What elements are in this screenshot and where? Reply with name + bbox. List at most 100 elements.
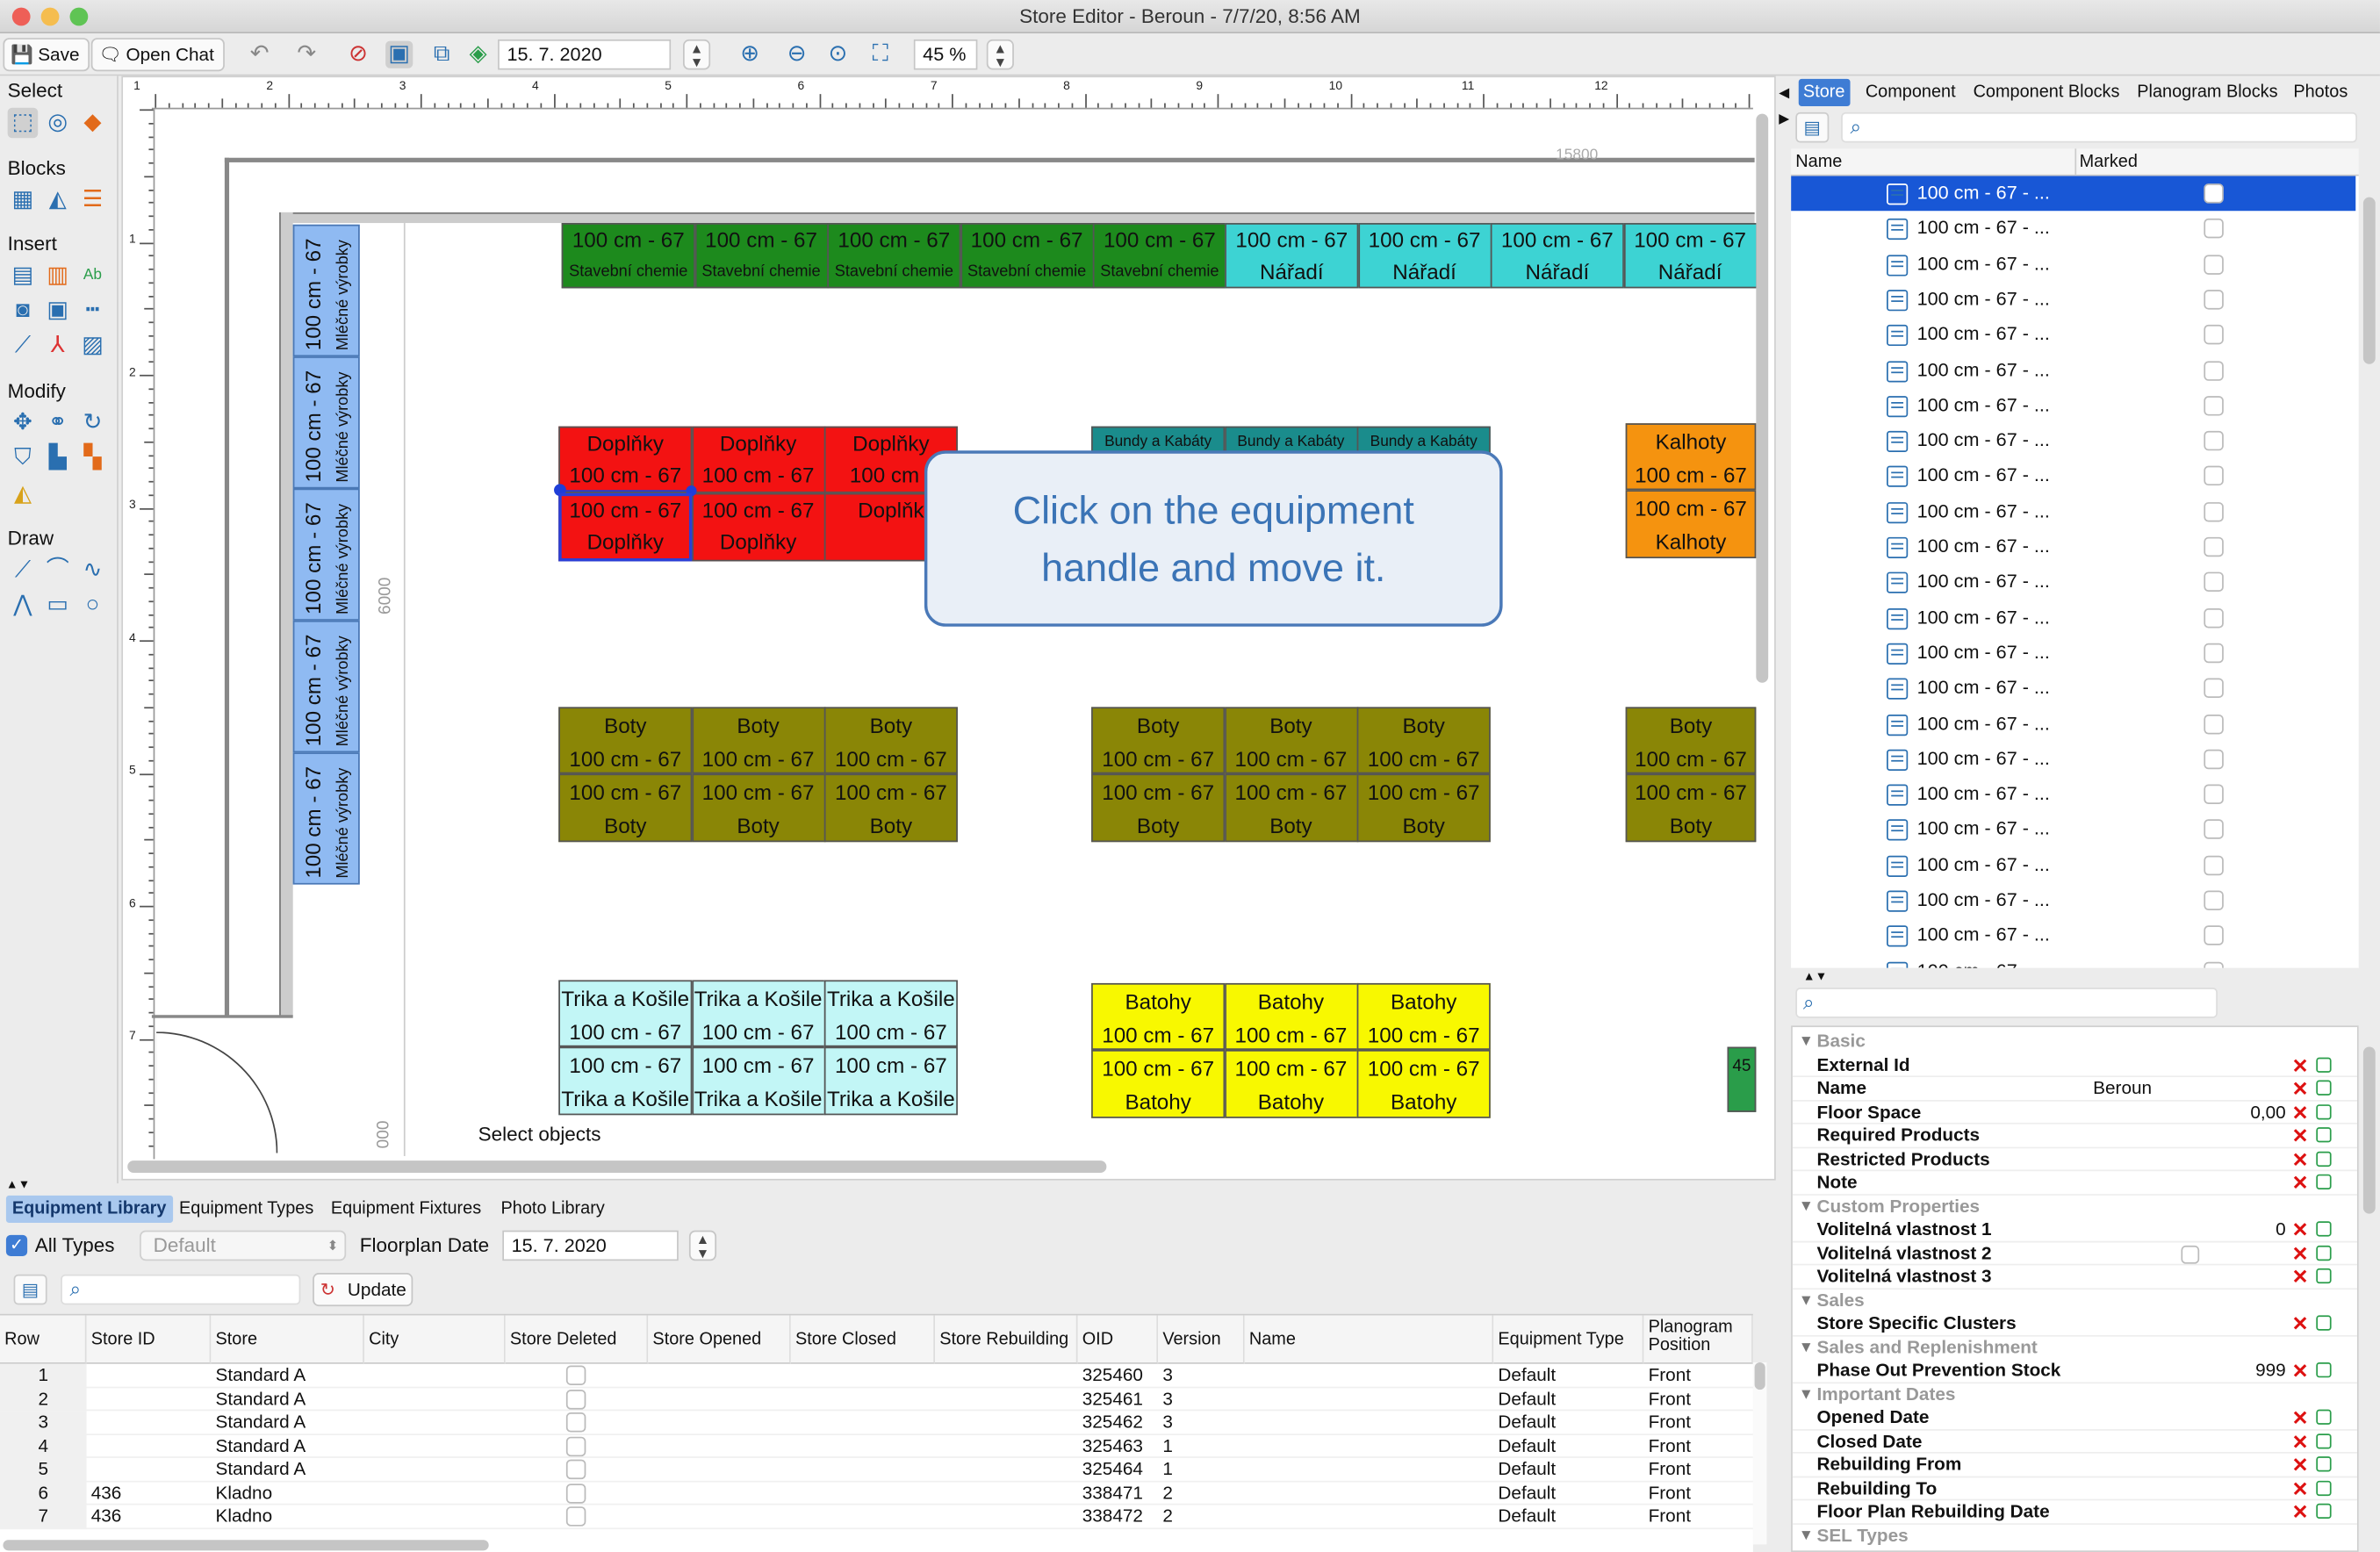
fixture-bundy[interactable]: Bundy a Kabáty <box>1224 426 1358 454</box>
circle-icon[interactable]: ○ <box>77 590 108 621</box>
marked-checkbox[interactable] <box>2204 819 2224 840</box>
list-item[interactable]: 100 cm - 67 - ... <box>1791 848 2355 883</box>
fixture-kalhoty[interactable]: Kalhoty 100 cm - 67 <box>1625 423 1757 491</box>
zoom-field[interactable]: 45 % <box>913 39 978 70</box>
zoom-fit-icon[interactable]: ⊙ <box>824 41 852 68</box>
fixture-naradi[interactable]: 100 cm - 67 Nářadí <box>1225 223 1359 289</box>
list-item[interactable]: 100 cm - 67 - ... <box>1791 636 2355 671</box>
fixture-batohy[interactable]: 100 cm - 67 Batohy <box>1224 1049 1358 1118</box>
zoom-window-button[interactable] <box>69 7 89 26</box>
fixture-doplnky[interactable]: Doplňky 100 cm - 67 <box>558 426 693 493</box>
rotate-icon[interactable]: ↻ <box>77 408 108 439</box>
fixture-boty[interactable]: 100 cm - 67 Boty <box>691 773 825 843</box>
copy-icon[interactable] <box>2316 1503 2332 1520</box>
marked-checkbox[interactable] <box>2204 749 2224 769</box>
fixture-boty[interactable]: Boty 100 cm - 67 <box>823 707 958 774</box>
fixture-green-small[interactable]: 45 <box>1727 1046 1757 1112</box>
marked-checkbox[interactable] <box>2204 607 2224 628</box>
fixture-boty[interactable]: 100 cm - 67 Boty <box>1091 773 1226 843</box>
fixture-boty[interactable]: Boty 100 cm - 67 <box>1625 707 1757 774</box>
fixture-bundy[interactable]: Bundy a Kabáty <box>1356 426 1491 454</box>
tab-store[interactable]: Store <box>1798 78 1850 106</box>
property-row[interactable]: Closed Date ✕ <box>1792 1430 2357 1454</box>
fixture-milk[interactable]: 100 cm - 67 Mléčné výrobky <box>292 356 360 489</box>
copy-icon[interactable] <box>2316 1315 2332 1331</box>
property-row[interactable]: Name Beroun ✕ <box>1792 1077 2357 1101</box>
clear-icon[interactable]: ✕ <box>2292 1360 2309 1383</box>
list-item[interactable]: 100 cm - 67 - ... <box>1791 318 2355 353</box>
copy-icon[interactable] <box>2316 1433 2332 1448</box>
fixture-trika[interactable]: Trika a Košile 100 cm - 67 <box>823 980 958 1047</box>
tab-component-blocks[interactable]: Component Blocks <box>1968 79 2124 106</box>
clear-icon[interactable]: ✕ <box>2292 1454 2309 1477</box>
layers-icon[interactable]: ◈ <box>464 41 492 68</box>
all-types-checkbox[interactable]: ✓ <box>5 1234 28 1257</box>
table-row[interactable]: 5 Standard A 325464 1 Default Front <box>0 1457 1753 1482</box>
list-item[interactable]: 100 cm - 67 - ... <box>1791 494 2355 529</box>
property-section[interactable]: ▼ Sales and Replenishment <box>1793 1336 2357 1360</box>
expand-arrow-icon[interactable]: ▶ <box>1779 111 1789 127</box>
marked-checkbox[interactable] <box>2204 430 2224 451</box>
marked-checkbox[interactable] <box>2204 289 2224 310</box>
property-row[interactable]: Volitelná vlastnost 3 ✕ <box>1792 1265 2357 1290</box>
marked-checkbox[interactable] <box>2204 325 2224 345</box>
marked-checkbox[interactable] <box>2204 890 2224 910</box>
column-header[interactable]: Store ID <box>86 1315 212 1364</box>
fit-page-icon[interactable]: ⛶ <box>866 41 894 68</box>
store-deleted-checkbox[interactable] <box>565 1459 586 1480</box>
marked-checkbox[interactable] <box>2204 572 2224 593</box>
marked-checkbox[interactable] <box>2204 678 2224 699</box>
list-item[interactable]: 100 cm - 67 - ... <box>1791 600 2355 636</box>
marked-checkbox[interactable] <box>2204 395 2224 416</box>
tab-component[interactable]: Component <box>1861 79 1960 106</box>
property-section[interactable]: ▼ Basic <box>1793 1031 2357 1054</box>
fixture-milk[interactable]: 100 cm - 67 Mléčné výrobky <box>292 620 360 753</box>
copy-icon[interactable] <box>2316 1245 2332 1261</box>
image-icon[interactable]: ▨ <box>77 331 108 362</box>
list-item[interactable]: 100 cm - 67 - ... <box>1791 812 2355 847</box>
clear-icon[interactable]: ✕ <box>2292 1242 2309 1265</box>
tab-photo-library[interactable]: Photo Library <box>495 1196 611 1223</box>
polyline-icon[interactable]: ⋀ <box>8 590 39 621</box>
list-item[interactable]: 100 cm - 67 - ... <box>1791 353 2355 388</box>
fixture-boty[interactable]: Boty 100 cm - 67 <box>558 707 693 774</box>
clear-icon[interactable]: ✕ <box>2292 1101 2309 1124</box>
floorplan-date-stepper[interactable]: ▲ ▼ <box>688 1230 717 1261</box>
list-item[interactable]: 100 cm - 67 - ... <box>1791 388 2355 423</box>
rectangle-icon[interactable]: ▭ <box>42 590 73 621</box>
curve-icon[interactable]: ∿ <box>77 556 108 586</box>
copy-icon[interactable] <box>2316 1479 2332 1496</box>
list-item[interactable]: 100 cm - 67 - ... <box>1791 459 2355 494</box>
fixture-doplnky[interactable]: 100 cm - 67 Doplňky <box>691 492 825 562</box>
fixture-milk[interactable]: 100 cm - 67 Mléčné výrobky <box>292 488 360 621</box>
fixture-batohy[interactable]: Batohy 100 cm - 67 <box>1356 982 1491 1050</box>
fixture-stavebni-chemie[interactable]: 100 cm - 67 Stavební chemie <box>694 223 829 289</box>
stack-icon[interactable]: ◭ <box>42 185 73 216</box>
marked-checkbox[interactable] <box>2204 925 2224 946</box>
property-row[interactable]: Opened Date ✕ <box>1792 1406 2357 1430</box>
property-value[interactable]: 999 <box>2093 1360 2286 1383</box>
table-row[interactable]: 6 436 Kladno 338471 2 Default Front <box>0 1481 1753 1505</box>
group-icon[interactable]: ⚭ <box>42 408 73 439</box>
fixture-naradi[interactable]: 100 cm - 67 Nářadí <box>1623 223 1758 289</box>
table-row[interactable]: 3 Standard A 325462 3 Default Front <box>0 1411 1753 1435</box>
clear-icon[interactable]: ✕ <box>2292 1312 2309 1335</box>
library-options-icon[interactable]: ▤ <box>13 1274 47 1305</box>
type-select[interactable]: Default ⬍ <box>140 1230 347 1261</box>
clear-icon[interactable]: ✕ <box>2292 1500 2309 1523</box>
marked-checkbox[interactable] <box>2204 784 2224 805</box>
store-deleted-checkbox[interactable] <box>565 1389 586 1409</box>
marked-checkbox[interactable] <box>2204 360 2224 380</box>
list-item[interactable]: 100 cm - 67 - ... <box>1791 918 2355 953</box>
copy-icon[interactable] <box>2316 1127 2332 1143</box>
column-header[interactable]: Store Rebuilding <box>935 1315 1078 1364</box>
bottom-splitter-arrows[interactable]: ▲▼ <box>6 1177 30 1191</box>
dimension-icon[interactable]: ┅ <box>77 296 108 327</box>
zoom-in-icon[interactable]: ⊕ <box>737 41 764 68</box>
column-header[interactable]: Store <box>211 1315 364 1364</box>
move-icon[interactable]: ✥ <box>8 408 39 439</box>
table-row[interactable]: 4 Standard A 325463 1 Default Front <box>0 1434 1753 1458</box>
list-item[interactable]: 100 cm - 67 - ... <box>1791 212 2355 247</box>
property-row[interactable]: Rebuilding From ✕ <box>1792 1454 2357 1477</box>
copy-icon[interactable] <box>2316 1362 2332 1378</box>
